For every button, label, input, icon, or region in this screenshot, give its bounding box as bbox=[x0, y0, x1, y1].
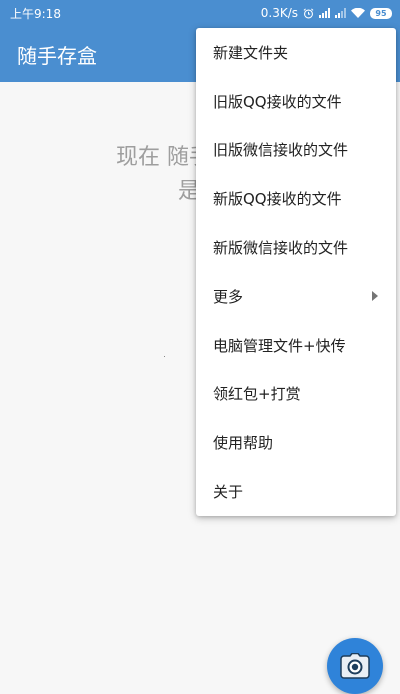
camera-fab-button[interactable] bbox=[327, 638, 383, 694]
menu-item-old-qq-files[interactable]: 旧版QQ接收的文件 bbox=[196, 77, 396, 126]
menu-item-label: 新版QQ接收的文件 bbox=[213, 190, 342, 209]
screen: 上午9:18 0.3K/s 95 随手存盒 现在 随手存盒 里 是空 bbox=[0, 0, 400, 694]
network-speed: 0.3K/s bbox=[260, 6, 298, 20]
menu-item-label: 新建文件夹 bbox=[213, 43, 289, 62]
menu-item-new-folder[interactable]: 新建文件夹 bbox=[196, 28, 396, 77]
menu-item-about[interactable]: 关于 bbox=[196, 467, 396, 516]
menu-item-label: 使用帮助 bbox=[213, 434, 274, 453]
wifi-icon bbox=[351, 8, 365, 18]
menu-item-new-wechat-files[interactable]: 新版微信接收的文件 bbox=[196, 223, 396, 272]
menu-item-new-qq-files[interactable]: 新版QQ接收的文件 bbox=[196, 174, 396, 223]
menu-item-label: 旧版微信接收的文件 bbox=[213, 141, 349, 160]
menu-item-label: 更多 bbox=[213, 287, 244, 306]
menu-item-label: 领红包+打赏 bbox=[213, 385, 301, 404]
status-icons: 0.3K/s 95 bbox=[261, 6, 392, 20]
alarm-icon bbox=[303, 8, 314, 18]
app-title: 随手存盒 bbox=[17, 43, 97, 68]
menu-item-label: 旧版QQ接收的文件 bbox=[213, 92, 342, 111]
menu-item-old-wechat-files[interactable]: 旧版微信接收的文件 bbox=[196, 126, 396, 175]
signal-icon bbox=[319, 8, 330, 18]
status-bar: 上午9:18 0.3K/s 95 bbox=[0, 0, 400, 26]
menu-item-pc-transfer[interactable]: 电脑管理文件+快传 bbox=[196, 321, 396, 370]
submenu-arrow-icon bbox=[372, 291, 378, 302]
camera-icon bbox=[340, 653, 370, 679]
menu-item-help[interactable]: 使用帮助 bbox=[196, 418, 396, 467]
overflow-menu: 新建文件夹 旧版QQ接收的文件 旧版微信接收的文件 新版QQ接收的文件 新版微信… bbox=[196, 28, 396, 516]
menu-item-label: 电脑管理文件+快传 bbox=[213, 336, 346, 355]
stray-dot bbox=[164, 356, 165, 357]
menu-item-label: 关于 bbox=[213, 483, 244, 502]
signal-icon bbox=[335, 8, 346, 18]
menu-item-label: 新版微信接收的文件 bbox=[213, 239, 349, 258]
status-time: 上午9:18 bbox=[10, 6, 61, 21]
menu-item-red-packet[interactable]: 领红包+打赏 bbox=[196, 370, 396, 419]
menu-item-more[interactable]: 更多 bbox=[196, 272, 396, 321]
battery-icon: 95 bbox=[370, 7, 392, 19]
